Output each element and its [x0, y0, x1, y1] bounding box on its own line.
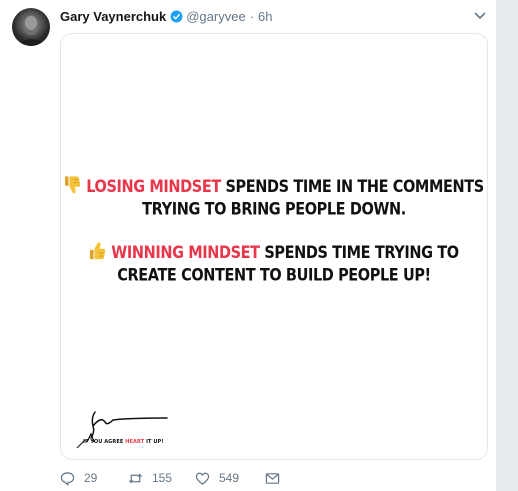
- reply-button[interactable]: 29: [60, 471, 128, 486]
- tweet-actions: 29 155 549: [60, 470, 280, 486]
- envelope-icon: [265, 472, 280, 484]
- author-name[interactable]: Gary Vaynerchuk: [60, 9, 166, 24]
- header-separator: ·: [249, 8, 255, 24]
- like-button[interactable]: 549: [195, 471, 265, 486]
- winning-mindset-highlight: WINNING MINDSET: [111, 243, 260, 263]
- retweet-count: 155: [152, 471, 173, 485]
- winning-mindset-line-2: CREATE CONTENT TO BUILD PEOPLE UP!: [117, 266, 431, 286]
- like-count: 549: [219, 471, 240, 485]
- reply-icon: [60, 471, 75, 485]
- losing-mindset-line-2: TRYING TO BRING PEOPLE DOWN.: [142, 200, 406, 220]
- retweet-icon: [128, 473, 143, 483]
- avatar[interactable]: [12, 8, 50, 46]
- author-handle[interactable]: @garyvee: [186, 9, 245, 24]
- signature-caption: IF YOU AGREE HEART IT UP!: [83, 439, 164, 445]
- verified-badge-icon: [170, 10, 183, 22]
- tweet[interactable]: Gary Vaynerchuk @garyvee · 6h LOSING MIN…: [0, 0, 496, 491]
- losing-mindset-text: SPENDS TIME IN THE COMMENTS: [220, 177, 484, 197]
- thumbs-down-icon: [65, 176, 81, 194]
- caption-after: IT UP!: [144, 439, 164, 445]
- winning-mindset-text: SPENDS TIME TRYING TO: [259, 243, 459, 263]
- winning-mindset-line-1: WINNING MINDSET SPENDS TIME TRYING TO: [61, 241, 487, 263]
- caption-before: IF YOU AGREE: [83, 439, 126, 445]
- chevron-down-icon[interactable]: [473, 9, 487, 23]
- reply-count: 29: [84, 471, 98, 485]
- retweet-button[interactable]: 155: [128, 471, 195, 486]
- scrollbar[interactable]: [496, 0, 518, 491]
- tweet-image[interactable]: LOSING MINDSET SPENDS TIME IN THE COMMEN…: [60, 33, 488, 460]
- direct-message-button[interactable]: [265, 471, 280, 486]
- losing-mindset-highlight: LOSING MINDSET: [86, 177, 221, 197]
- heart-icon: [195, 472, 210, 485]
- caption-heart: HEART: [125, 439, 145, 445]
- thumbs-up-icon: [90, 242, 106, 260]
- losing-mindset-line-1: LOSING MINDSET SPENDS TIME IN THE COMMEN…: [61, 175, 487, 197]
- tweet-header: Gary Vaynerchuk @garyvee · 6h: [60, 7, 273, 25]
- tweet-timestamp[interactable]: 6h: [258, 9, 272, 24]
